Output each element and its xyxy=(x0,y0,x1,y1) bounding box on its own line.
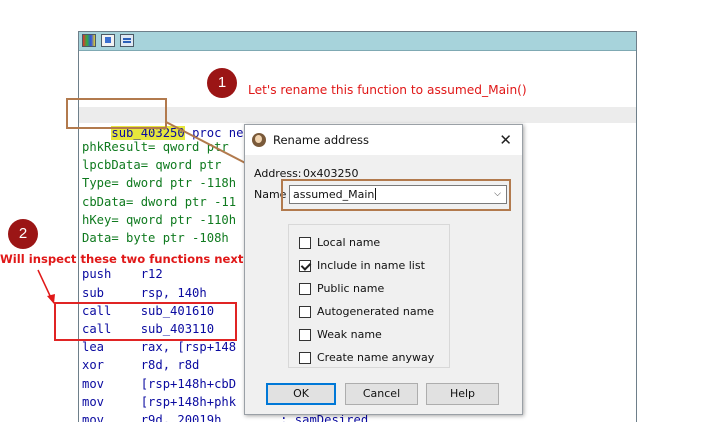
ok-button[interactable]: OK xyxy=(266,383,336,405)
option-label: Include in name list xyxy=(317,259,425,272)
option-label: Create name anyway xyxy=(317,351,435,364)
dialog-title: Rename address xyxy=(273,133,369,147)
option-label: Autogenerated name xyxy=(317,305,435,318)
option-checkbox[interactable] xyxy=(299,283,311,295)
option-checkbox[interactable] xyxy=(299,306,311,318)
option-label: Local name xyxy=(317,236,381,249)
calls-highlight-box xyxy=(54,302,237,341)
ida-app-icon xyxy=(252,133,266,147)
name-options-group: Local name Include in name list Public nam… xyxy=(288,224,450,368)
option-checkbox[interactable] xyxy=(299,352,311,364)
option-label: Public name xyxy=(317,282,385,295)
annotation-badge-2: 2 xyxy=(8,219,38,249)
annotation-note-2: Will inspect these two functions next xyxy=(0,252,244,266)
option-label: Weak name xyxy=(317,328,382,341)
help-button[interactable]: Help xyxy=(426,383,499,405)
cancel-button[interactable]: Cancel xyxy=(345,383,418,405)
dialog-titlebar: Rename address ✕ xyxy=(245,125,522,155)
option-checkbox[interactable] xyxy=(299,237,311,249)
option-checkbox[interactable] xyxy=(299,329,311,341)
option-checkbox[interactable] xyxy=(299,260,311,272)
close-icon[interactable]: ✕ xyxy=(499,131,512,149)
name-field-callout-box xyxy=(281,179,511,211)
rename-address-dialog: Rename address ✕ Address: 0x403250 Name … xyxy=(244,124,523,415)
